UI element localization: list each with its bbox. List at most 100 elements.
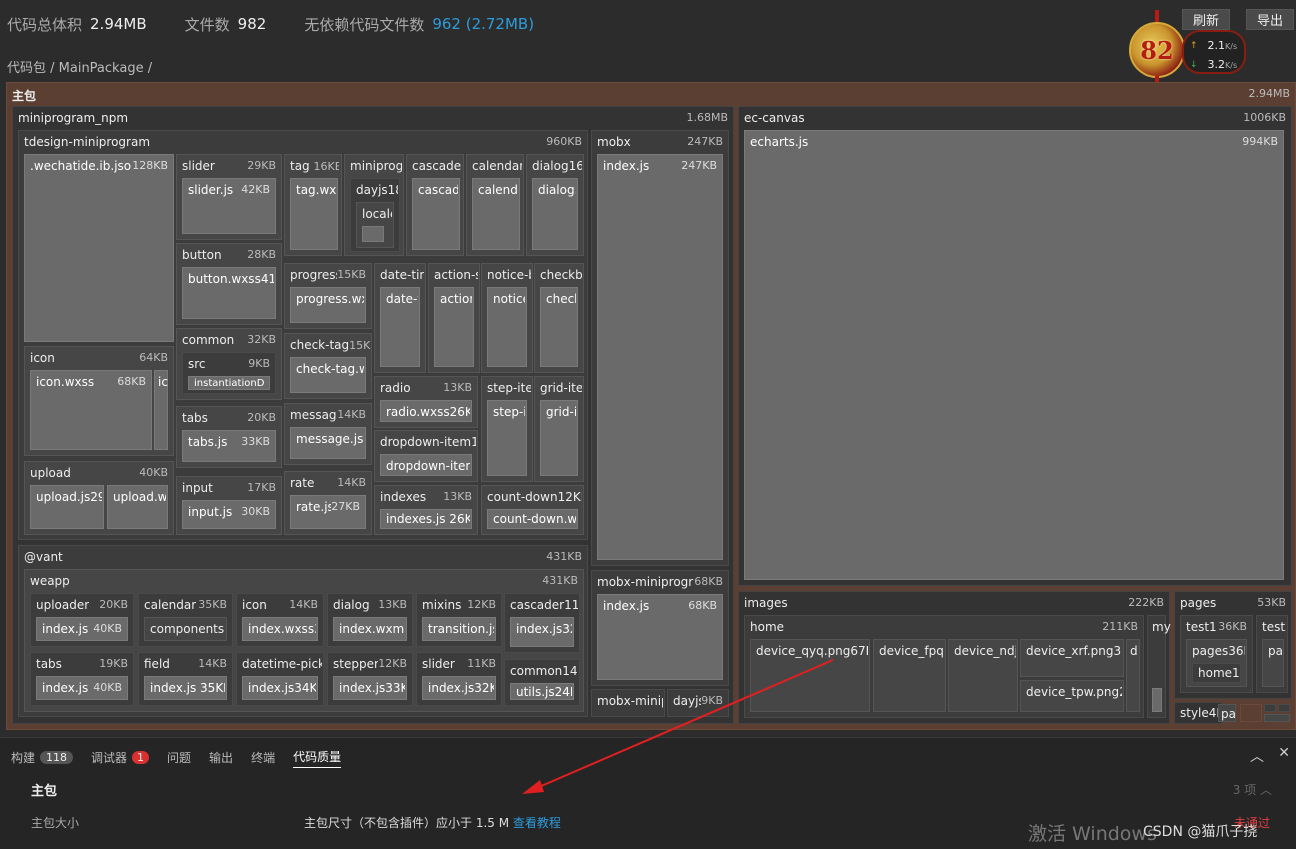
tab-debugger[interactable]: 调试器 1 bbox=[91, 746, 150, 768]
tab-build[interactable]: 构建 118 bbox=[11, 746, 74, 768]
file-check-tag[interactable]: check-tag.wx bbox=[290, 357, 366, 393]
file-notice-bar[interactable]: notice bbox=[487, 287, 527, 367]
file-upload-js[interactable]: upload.js29K bbox=[30, 485, 104, 529]
file-device-xrf[interactable]: device_xrf.png31K bbox=[1020, 639, 1124, 677]
node-style[interactable]: style4K bbox=[1174, 702, 1224, 724]
node-name: device_fpq.p bbox=[879, 644, 944, 658]
file-wechatide[interactable]: .wechatide.ib.json 128KB bbox=[24, 154, 174, 342]
file-vant-icon[interactable]: index.wxss34 bbox=[242, 617, 318, 641]
file-vant-uploader[interactable]: index.js 40KB bbox=[36, 617, 128, 641]
file-vant-cascader[interactable]: index.js32 bbox=[510, 617, 574, 647]
file-icon-wxss[interactable]: icon.wxss 68KB bbox=[30, 370, 152, 450]
tab-label: 终端 bbox=[251, 750, 276, 765]
node-misc-1[interactable] bbox=[1240, 704, 1262, 722]
tab-code-quality[interactable]: 代码质量 bbox=[293, 746, 342, 768]
file-instantiation[interactable]: instantiationD bbox=[188, 376, 270, 390]
node-name: slider.js bbox=[188, 183, 234, 197]
node-vant-calendar-components[interactable]: components14 bbox=[144, 617, 227, 641]
node-name: device_ndj.p bbox=[954, 644, 1016, 658]
file-count-value: 982 bbox=[237, 15, 267, 33]
file-message[interactable]: message.js27 bbox=[290, 427, 366, 459]
nodep-value: 962 (2.72MB) bbox=[432, 15, 535, 33]
node-pa[interactable]: pa bbox=[1218, 704, 1236, 722]
node-misc-4[interactable] bbox=[1264, 714, 1290, 722]
stats-bar: 代码总体积 2.94MB 文件数 982 无依赖代码文件数 962 (2.72M… bbox=[7, 14, 572, 34]
rule-description: 主包尺寸（不包含插件）应小于 1.5 M 查看教程 bbox=[304, 816, 561, 830]
node-size: 32KB bbox=[247, 333, 276, 346]
file-locale[interactable] bbox=[362, 226, 384, 242]
node-name: home bbox=[750, 620, 785, 634]
file-vant-stepper[interactable]: index.js33KB bbox=[333, 676, 407, 700]
file-rate[interactable]: rate.js 27KB bbox=[290, 495, 366, 529]
tab-problems[interactable]: 问题 bbox=[167, 746, 191, 768]
node-name: common14K bbox=[510, 664, 578, 678]
windows-watermark: 激活 Windows bbox=[1028, 823, 1157, 845]
file-date-time[interactable]: date-t bbox=[380, 287, 420, 367]
file-vant-slider[interactable]: index.js32KB bbox=[422, 676, 496, 700]
file-progress[interactable]: progress.wxss bbox=[290, 287, 366, 323]
file-icon-other[interactable]: ic bbox=[154, 370, 168, 450]
file-device-qyq[interactable]: device_qyq.png67KB bbox=[750, 639, 870, 712]
file-calendar[interactable]: calenda bbox=[472, 178, 520, 250]
file-radio[interactable]: radio.wxss26KB bbox=[380, 400, 472, 422]
file-echarts[interactable]: echarts.js 994KB bbox=[744, 130, 1284, 580]
tab-label: 调试器 bbox=[91, 750, 128, 765]
node-test1-home[interactable]: home18 bbox=[1192, 663, 1241, 683]
tab-terminal[interactable]: 终端 bbox=[251, 746, 275, 768]
node-misc-3[interactable] bbox=[1278, 704, 1290, 712]
node-name: index.wxml34 bbox=[339, 622, 405, 636]
file-checkbox[interactable]: checkb bbox=[540, 287, 578, 367]
node-size: 20KB bbox=[247, 411, 276, 424]
node-name: upload.js29K bbox=[36, 490, 102, 504]
file-vant-field[interactable]: index.js 35KB bbox=[144, 676, 227, 700]
file-slider-js[interactable]: slider.js 42KB bbox=[182, 178, 276, 234]
section-count[interactable]: 3 项 ︿ bbox=[1233, 781, 1272, 798]
file-dropdown-item[interactable]: dropdown-item. bbox=[380, 454, 472, 476]
close-panel-icon[interactable]: ✕ bbox=[1278, 745, 1290, 761]
file-device-tpw[interactable]: device_tpw.png27 bbox=[1020, 680, 1124, 712]
file-step-item[interactable]: step-i bbox=[487, 400, 527, 476]
node-dayjs-root[interactable]: dayjs 9KB bbox=[667, 689, 729, 717]
node-size: 994KB bbox=[1242, 135, 1278, 148]
file-my[interactable] bbox=[1152, 688, 1162, 712]
file-device-fpq[interactable]: device_fpq.p bbox=[873, 639, 946, 712]
file-upload-wxss[interactable]: upload.wx bbox=[107, 485, 168, 529]
node-test2-pages[interactable]: pa bbox=[1262, 639, 1284, 687]
tab-output[interactable]: 输出 bbox=[209, 746, 233, 768]
node-misc-2[interactable] bbox=[1264, 704, 1276, 712]
file-tabs[interactable]: tabs.js 33KB bbox=[182, 430, 276, 462]
file-mobx-miniprogram-index[interactable]: index.js 68KB bbox=[597, 594, 723, 680]
file-dialog[interactable]: dialog.j bbox=[532, 178, 578, 250]
rule-label: 主包大小 bbox=[31, 816, 80, 830]
file-action-sheet[interactable]: action bbox=[434, 287, 474, 367]
file-cascader[interactable]: cascade bbox=[412, 178, 460, 250]
file-grid-item[interactable]: grid-it bbox=[540, 400, 578, 476]
node-name: count-down12KB bbox=[487, 490, 582, 504]
file-button[interactable]: button.wxss41KB bbox=[182, 267, 276, 319]
node-name: message.js27 bbox=[296, 432, 364, 446]
file-vant-datetime[interactable]: index.js34KB bbox=[242, 676, 318, 700]
file-device-d[interactable]: d bbox=[1126, 639, 1140, 712]
upload-arrow-icon: ↑ bbox=[1190, 40, 1198, 51]
file-vant-dialog[interactable]: index.wxml34 bbox=[333, 617, 407, 641]
file-indexes[interactable]: indexes.js 26KB bbox=[380, 509, 472, 529]
tutorial-link[interactable]: 查看教程 bbox=[513, 816, 561, 830]
node-name: index.js32 bbox=[516, 622, 572, 636]
node-my[interactable]: my bbox=[1147, 615, 1171, 718]
node-name: index.js32KB bbox=[428, 681, 494, 695]
collapse-panel-icon[interactable]: ︿ bbox=[1250, 746, 1264, 766]
node-mobx-minip[interactable]: mobx-minip bbox=[591, 689, 665, 717]
file-count-down[interactable]: count-down.wx bbox=[487, 509, 578, 529]
node-name: dropdown-item. bbox=[386, 459, 470, 473]
file-mobx-index[interactable]: index.js 247KB bbox=[597, 154, 723, 560]
breadcrumb[interactable]: 代码包 / MainPackage / bbox=[7, 57, 152, 76]
file-device-ndj[interactable]: device_ndj.p bbox=[948, 639, 1018, 712]
export-button[interactable]: 导出 bbox=[1246, 9, 1295, 30]
file-vant-mixins[interactable]: transition.js3 bbox=[422, 617, 496, 641]
node-size: 9KB bbox=[248, 357, 270, 370]
node-name: stepper bbox=[333, 657, 379, 671]
file-vant-tabs[interactable]: index.js 40KB bbox=[36, 676, 128, 700]
file-tag[interactable]: tag.wxss bbox=[290, 178, 338, 250]
file-vant-common[interactable]: utils.js24K bbox=[510, 683, 574, 700]
file-input[interactable]: input.js 30KB bbox=[182, 500, 276, 529]
